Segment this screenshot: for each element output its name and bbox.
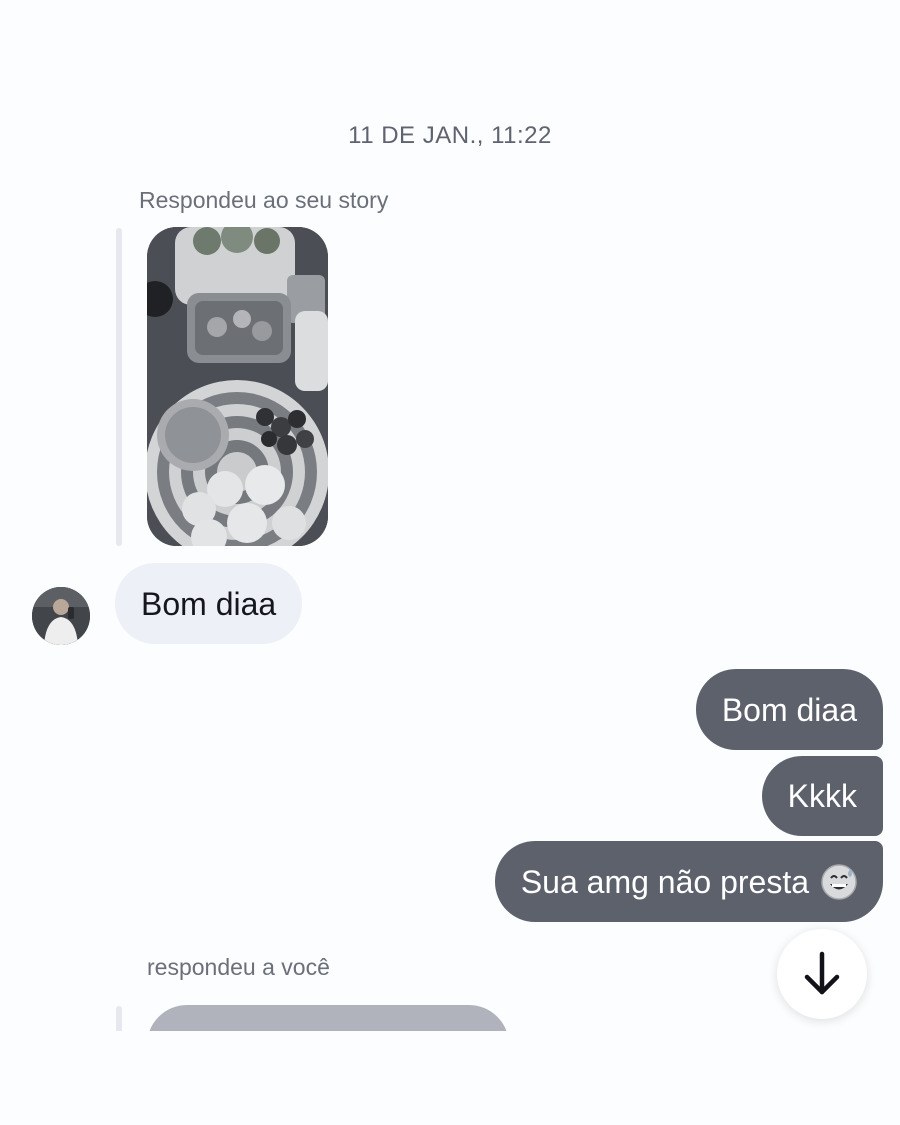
message-text: Bom diaa [141,585,277,622]
outgoing-message-bubble[interactable]: Kkkk [761,756,883,836]
reply-indicator-bar [116,228,122,546]
message-timestamp: 11 DE JAN., 11:22 [348,122,552,149]
reply-to-you-label: respondeu a você [147,954,330,980]
story-thumbnail[interactable] [147,227,328,546]
message-text: Sua amg não presta [520,863,809,900]
story-photo-image [147,227,328,546]
avatar[interactable] [32,587,90,645]
profile-photo [32,587,90,645]
bottom-area [0,1031,900,1125]
outgoing-message-bubble[interactable]: Bom diaa [695,669,883,750]
message-text: Kkkk [787,778,857,814]
message-text: Bom diaa [721,691,857,728]
chat-screen: 11 DE JAN., 11:22 Respondeu ao seu story [0,0,900,1125]
scroll-to-bottom-button[interactable] [777,929,867,1019]
grinning-sweat-emoji [821,863,857,900]
outgoing-message-bubble[interactable]: Sua amg não presta [494,841,883,922]
story-reply-label: Respondeu ao seu story [139,187,389,213]
arrow-down-icon [804,951,840,995]
incoming-message-bubble[interactable]: Bom diaa [115,563,303,644]
